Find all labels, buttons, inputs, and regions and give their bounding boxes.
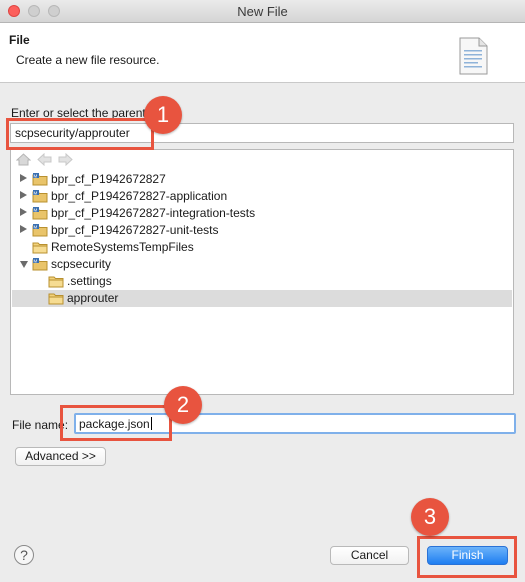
tree-item-label: bpr_cf_P1942672827-application [51,189,228,203]
expand-arrow-right-icon[interactable] [20,174,27,182]
expand-arrow-right-icon[interactable] [20,208,27,216]
new-file-icon [459,37,488,75]
tree-item[interactable]: Mscpsecurity [12,256,512,273]
project-icon: M [32,224,48,237]
tree-item[interactable]: Mbpr_cf_P1942672827-application [12,188,512,205]
callout-box-finish [417,536,517,578]
expand-arrow-right-icon[interactable] [20,225,27,233]
home-icon[interactable] [16,153,31,166]
tree-item-label: RemoteSystemsTempFiles [51,240,194,254]
folder-icon [32,242,48,254]
callout-box-file-name [60,405,172,441]
callout-badge-2: 2 [164,386,202,424]
title-bar: New File [0,0,525,23]
svg-text:M: M [34,258,38,263]
wizard-header: File Create a new file resource. [0,23,525,83]
svg-text:M: M [34,173,38,178]
expand-arrow-down-icon[interactable] [20,261,28,268]
expand-arrow-right-icon[interactable] [20,191,27,199]
svg-text:M: M [34,207,38,212]
callout-badge-1: 1 [144,96,182,134]
svg-text:M: M [34,190,38,195]
tree-item-label: approuter [67,291,119,305]
tree-item[interactable]: Mbpr_cf_P1942672827 [12,171,512,188]
tree-item[interactable]: Mbpr_cf_P1942672827-unit-tests [12,222,512,239]
project-icon: M [32,207,48,220]
folder-tree[interactable]: Mbpr_cf_P1942672827 Mbpr_cf_P1942672827-a… [10,149,514,395]
tree-item[interactable]: Mbpr_cf_P1942672827-integration-tests [12,205,512,222]
folder-icon [48,293,64,305]
tree-item-label: bpr_cf_P1942672827 [51,172,166,186]
tree-item-label: bpr_cf_P1942672827-unit-tests [51,223,219,237]
callout-box-parent [6,118,154,150]
svg-text:M: M [34,224,38,229]
tree-item[interactable]: .settings [12,273,512,290]
window-title: New File [237,4,288,19]
advanced-button[interactable]: Advanced >> [15,447,106,466]
cancel-button[interactable]: Cancel [330,546,409,565]
wizard-description: Create a new file resource. [16,53,160,67]
help-icon[interactable]: ? [14,545,34,565]
tree-item-label: bpr_cf_P1942672827-integration-tests [51,206,256,220]
forward-arrow-icon[interactable] [58,153,73,166]
tree-item[interactable]: approuter [12,290,512,307]
tree-item[interactable]: RemoteSystemsTempFiles [12,239,512,256]
project-icon: M [32,258,48,271]
tree-item-label: .settings [67,274,112,288]
tree-item-label: scpsecurity [51,257,112,271]
project-icon: M [32,173,48,186]
project-icon: M [32,190,48,203]
folder-icon [48,276,64,288]
back-arrow-icon[interactable] [37,153,52,166]
callout-badge-3: 3 [411,498,449,536]
wizard-title: File [9,33,30,47]
